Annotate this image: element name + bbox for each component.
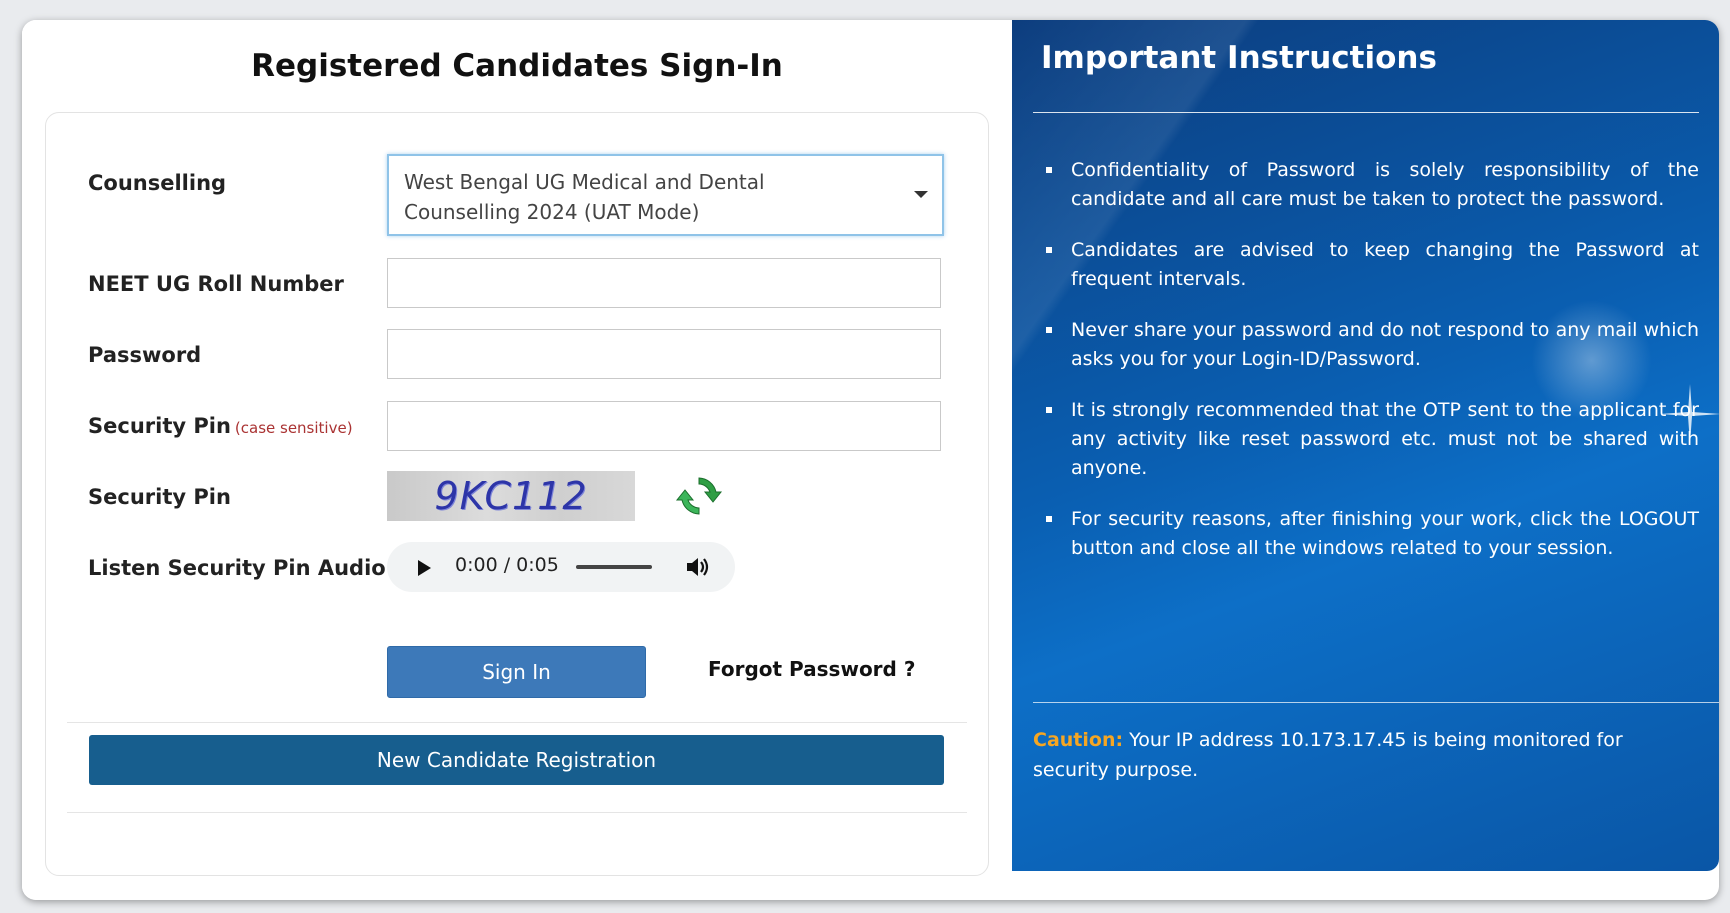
counselling-label: Counselling <box>88 171 227 195</box>
forgot-password-link[interactable]: Forgot Password ? <box>708 657 915 681</box>
login-card: Registered Candidates Sign-In Counsellin… <box>22 20 1719 900</box>
captcha-image: 9KC112 <box>387 471 635 521</box>
security-pin-image-label: Security Pin <box>88 485 231 509</box>
volume-icon[interactable] <box>685 555 711 579</box>
sparkle-decoration <box>1660 384 1719 444</box>
roll-number-label: NEET UG Roll Number <box>88 272 344 296</box>
instructions-list: Confidentiality of Password is solely re… <box>1044 156 1699 585</box>
dropdown-arrow-icon <box>914 191 928 198</box>
new-registration-button[interactable]: New Candidate Registration <box>89 735 944 785</box>
audio-progress-bar[interactable] <box>576 565 652 569</box>
instructions-divider <box>1033 112 1699 113</box>
security-pin-input[interactable] <box>387 401 941 451</box>
audio-label: Listen Security Pin Audio <box>88 556 386 580</box>
counselling-selected-value: West Bengal UG Medical and Dental Counse… <box>404 170 765 224</box>
instruction-item: Confidentiality of Password is solely re… <box>1044 156 1699 214</box>
password-label: Password <box>88 343 202 367</box>
instructions-title: Important Instructions <box>1041 40 1437 76</box>
signin-title: Registered Candidates Sign-In <box>251 48 783 84</box>
signin-panel: Registered Candidates Sign-In Counsellin… <box>22 20 1012 900</box>
counselling-select[interactable]: West Bengal UG Medical and Dental Counse… <box>387 154 944 236</box>
security-pin-label-text: Security Pin <box>88 414 231 438</box>
instructions-panel: Important Instructions Confidentiality o… <box>1012 20 1719 871</box>
divider <box>67 722 967 723</box>
caution-divider <box>1033 702 1719 703</box>
caution-label: Caution: <box>1033 729 1124 751</box>
audio-player[interactable]: 0:00 / 0:05 <box>387 542 735 592</box>
instruction-item: Never share your password and do not res… <box>1044 316 1699 374</box>
captcha-text: 9KC112 <box>434 474 588 518</box>
instruction-item: Candidates are advised to keep changing … <box>1044 236 1699 294</box>
refresh-icon[interactable] <box>675 472 723 520</box>
caution-note: Caution: Your IP address 10.173.17.45 is… <box>1033 725 1699 785</box>
instruction-item: For security reasons, after finishing yo… <box>1044 505 1699 563</box>
audio-time: 0:00 / 0:05 <box>455 554 559 576</box>
roll-number-input[interactable] <box>387 258 941 308</box>
signin-button[interactable]: Sign In <box>387 646 646 698</box>
password-input[interactable] <box>387 329 941 379</box>
instruction-item: It is strongly recommended that the OTP … <box>1044 396 1699 483</box>
play-icon[interactable] <box>418 560 431 576</box>
divider <box>67 812 967 813</box>
case-sensitive-note: (case sensitive) <box>234 419 353 437</box>
security-pin-label: Security Pin (case sensitive) <box>88 414 353 438</box>
